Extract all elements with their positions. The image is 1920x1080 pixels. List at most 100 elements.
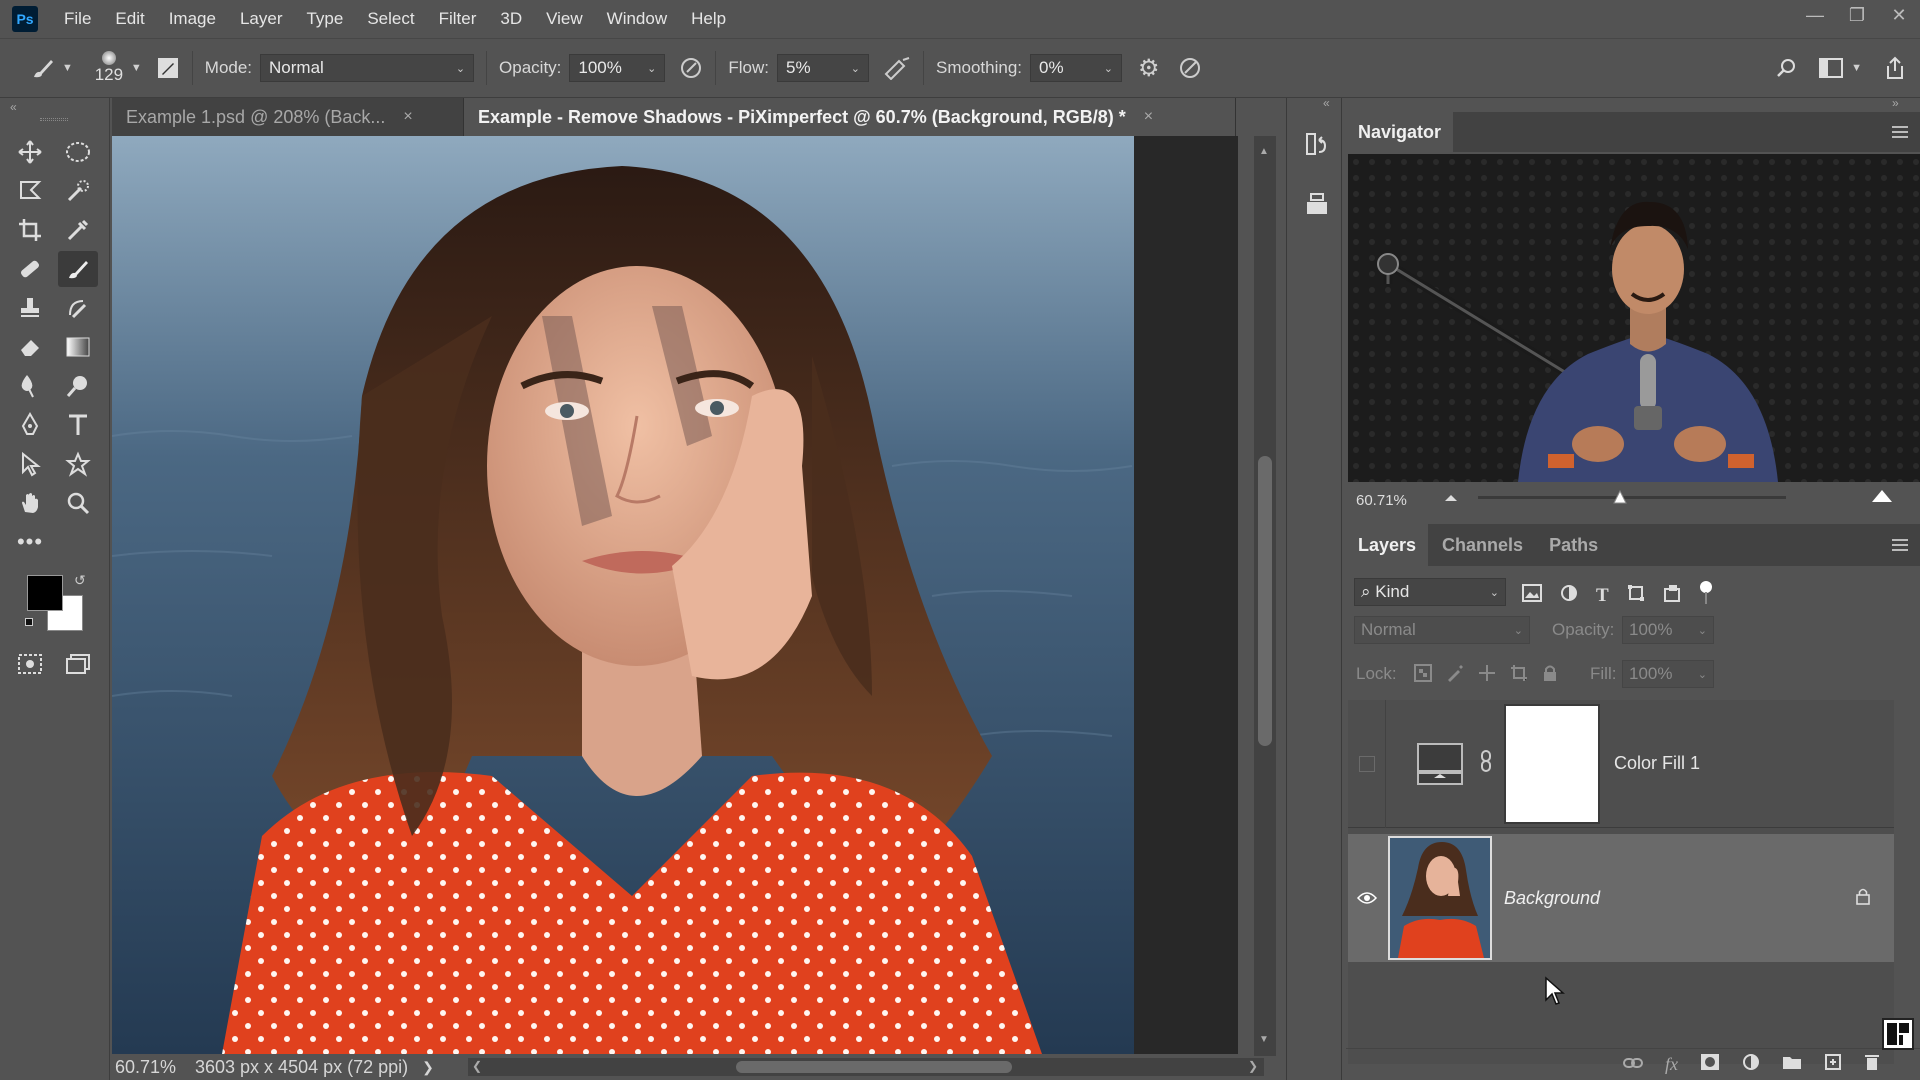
quick-selection-tool-icon[interactable] <box>58 173 98 209</box>
history-panel-icon[interactable] <box>1305 132 1329 161</box>
delete-layer-icon[interactable] <box>1864 1053 1880 1076</box>
swap-colors-icon[interactable]: ↺ <box>74 572 86 589</box>
horizontal-scroll-thumb[interactable] <box>736 1061 1012 1073</box>
zoom-out-icon[interactable] <box>1442 489 1460 505</box>
history-brush-tool-icon[interactable] <box>58 290 98 326</box>
clone-stamp-tool-icon[interactable] <box>10 290 50 326</box>
new-layer-icon[interactable] <box>1824 1053 1842 1076</box>
close-icon[interactable]: ✕ <box>1878 0 1920 30</box>
layer-lock-icon[interactable] <box>1856 887 1870 910</box>
toolbar-grip[interactable] <box>40 118 68 121</box>
type-tool-icon[interactable] <box>58 407 98 443</box>
menu-help[interactable]: Help <box>679 9 738 29</box>
new-adjustment-layer-icon[interactable] <box>1742 1053 1760 1076</box>
restore-icon[interactable]: ❐ <box>1836 0 1878 30</box>
status-menu-arrow-icon[interactable]: ❯ <box>422 1059 434 1076</box>
brush-settings-icon[interactable] <box>156 56 180 80</box>
zoom-tool-icon[interactable] <box>58 485 98 521</box>
gradient-tool-icon[interactable] <box>58 329 98 365</box>
menu-file[interactable]: File <box>52 9 103 29</box>
lock-all-icon[interactable] <box>1542 664 1558 687</box>
scroll-left-icon[interactable]: ❮ <box>472 1059 482 1073</box>
tab-channels[interactable]: Channels <box>1428 524 1537 566</box>
foreground-color-swatch-top[interactable] <box>27 575 63 611</box>
horizontal-scrollbar[interactable]: ❮ ❯ <box>468 1058 1264 1076</box>
more-tools-icon[interactable]: ••• <box>10 524 50 560</box>
navigator-preview[interactable] <box>1348 154 1920 482</box>
status-zoom[interactable]: 60.71% <box>115 1057 181 1078</box>
close-tab-icon[interactable]: × <box>1144 108 1153 126</box>
lock-position-icon[interactable] <box>1478 664 1496 687</box>
menu-3d[interactable]: 3D <box>488 9 534 29</box>
marquee-tool-icon[interactable] <box>58 134 98 170</box>
new-group-icon[interactable] <box>1782 1054 1802 1075</box>
gear-icon[interactable]: ⚙ <box>1138 54 1160 83</box>
3d-panel-icon[interactable] <box>1305 192 1329 221</box>
layer-mask-thumbnail[interactable] <box>1504 703 1600 824</box>
zoom-in-icon[interactable] <box>1870 486 1894 506</box>
layer-style-fx-icon[interactable]: fx <box>1665 1054 1678 1075</box>
search-icon[interactable] <box>1775 57 1797 79</box>
screen-mode-icon[interactable] <box>58 646 98 682</box>
fill-layer-thumbnail-icon[interactable] <box>1414 738 1466 790</box>
layer-thumbnail-image[interactable] <box>1388 836 1492 960</box>
blur-tool-icon[interactable] <box>10 368 50 404</box>
link-layers-icon[interactable] <box>1623 1056 1643 1074</box>
default-colors-icon[interactable] <box>25 618 37 630</box>
add-mask-icon[interactable] <box>1700 1053 1720 1076</box>
navigator-zoom-slider[interactable] <box>1478 489 1786 504</box>
scroll-down-icon[interactable]: ▼ <box>1259 1034 1269 1045</box>
collapse-toolbar-icon[interactable]: « <box>10 100 17 114</box>
tab-example-1[interactable]: Example 1.psd @ 208% (Back... × <box>112 98 464 136</box>
healing-brush-tool-icon[interactable] <box>10 251 50 287</box>
link-icon[interactable] <box>1480 750 1492 777</box>
tab-remove-shadows[interactable]: Example - Remove Shadows - PiXimperfect … <box>464 98 1236 136</box>
path-selection-tool-icon[interactable] <box>10 446 50 482</box>
tab-layers[interactable]: Layers <box>1346 524 1429 566</box>
panel-menu-icon[interactable] <box>1892 123 1908 141</box>
menu-image[interactable]: Image <box>157 9 228 29</box>
brush-size-picker[interactable]: 129 <box>91 51 127 85</box>
vertical-scrollbar[interactable]: ▲ ▼ <box>1254 136 1276 1056</box>
lock-artboard-icon[interactable] <box>1510 664 1528 687</box>
menu-type[interactable]: Type <box>294 9 355 29</box>
pressure-opacity-icon[interactable] <box>679 56 703 80</box>
chevron-down-icon[interactable]: ▼ <box>1851 62 1862 74</box>
layer-visibility-toggle[interactable] <box>1348 834 1386 962</box>
pen-tool-icon[interactable] <box>10 407 50 443</box>
lasso-tool-icon[interactable] <box>10 173 50 209</box>
opacity-input[interactable]: 100% ⌄ <box>569 54 666 82</box>
layer-row-background[interactable]: Background <box>1348 834 1894 962</box>
layer-fill-input[interactable]: 100% ⌄ <box>1622 660 1714 688</box>
filter-pixel-layers-icon[interactable] <box>1522 584 1542 607</box>
brush-tool-icon[interactable] <box>58 251 98 287</box>
quick-mask-icon[interactable] <box>10 646 50 682</box>
hand-tool-icon[interactable] <box>10 485 50 521</box>
menu-edit[interactable]: Edit <box>103 9 156 29</box>
layer-visibility-toggle[interactable] <box>1348 699 1386 828</box>
filter-adjustment-layers-icon[interactable] <box>1560 584 1578 607</box>
eyedropper-tool-icon[interactable] <box>58 212 98 248</box>
panel-menu-icon[interactable] <box>1892 536 1908 554</box>
share-icon[interactable] <box>1884 56 1906 80</box>
layer-row-color-fill[interactable]: Color Fill 1 <box>1348 699 1894 828</box>
filter-shape-layers-icon[interactable] <box>1627 584 1645 607</box>
blend-mode-select[interactable]: Normal ⌄ <box>1354 616 1530 644</box>
menu-filter[interactable]: Filter <box>427 9 489 29</box>
pressure-size-icon[interactable] <box>1178 56 1202 80</box>
collapse-panels-icon[interactable]: » <box>1892 96 1899 110</box>
filter-type-layers-icon[interactable]: T <box>1596 585 1609 607</box>
layer-opacity-input[interactable]: 100% ⌄ <box>1622 616 1714 644</box>
workspace-icon[interactable] <box>1819 58 1844 78</box>
layer-filter-select[interactable]: ⌕ Kind ⌄ <box>1354 578 1506 606</box>
layer-name[interactable]: Background <box>1504 888 1600 909</box>
menu-view[interactable]: View <box>534 9 595 29</box>
filter-smart-objects-icon[interactable] <box>1663 584 1681 607</box>
custom-shape-tool-icon[interactable] <box>58 446 98 482</box>
expand-dock-icon[interactable]: « <box>1323 96 1330 110</box>
dodge-tool-icon[interactable] <box>58 368 98 404</box>
navigator-zoom-value[interactable]: 60.71% <box>1356 492 1407 509</box>
brush-tool-preset-icon[interactable] <box>30 55 56 81</box>
canvas-image[interactable] <box>112 136 1134 1054</box>
lock-transparent-pixels-icon[interactable] <box>1414 664 1432 687</box>
